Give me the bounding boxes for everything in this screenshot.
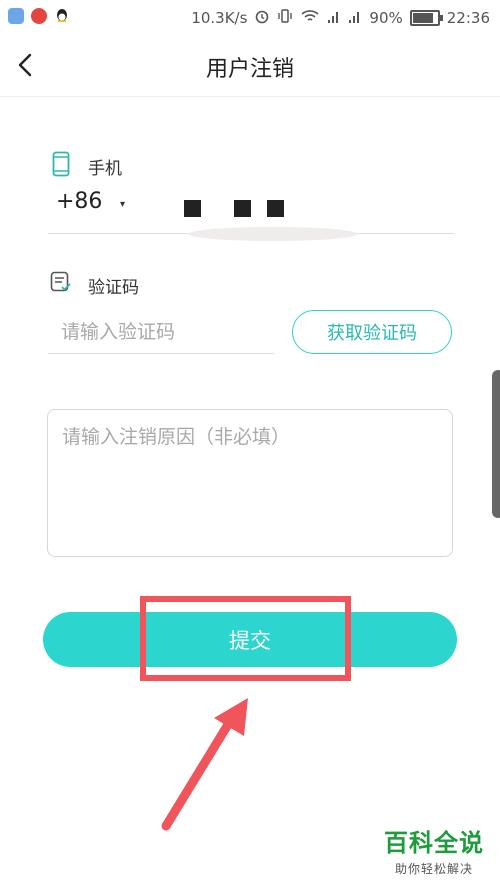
- status-indicators: 10.3K/s 90% 22:36: [191, 8, 490, 28]
- get-code-button[interactable]: 获取验证码: [292, 310, 452, 354]
- masked-digit: [234, 200, 251, 217]
- battery-percent: 90%: [369, 9, 403, 27]
- wifi-icon: [300, 8, 320, 28]
- shield-app-icon: [8, 8, 24, 24]
- cancel-reason-textarea[interactable]: [47, 409, 453, 557]
- scroll-handle[interactable]: [492, 370, 500, 518]
- checklist-icon: [50, 271, 72, 297]
- clock: 22:36: [446, 9, 490, 27]
- phone-label: 手机: [88, 159, 122, 179]
- highlight-annotation: [140, 596, 351, 681]
- verify-code-label: 验证码: [88, 278, 139, 298]
- qq-icon: [54, 8, 70, 24]
- app-header: 用户注销: [0, 34, 500, 97]
- network-speed: 10.3K/s: [191, 9, 248, 27]
- status-app-icons: [8, 8, 70, 24]
- dropdown-arrow-icon[interactable]: ▾: [120, 199, 125, 210]
- status-bar: 10.3K/s 90% 22:36: [0, 0, 500, 34]
- watermark-title: 百科全说: [384, 829, 484, 857]
- alarm-icon: [254, 8, 270, 28]
- verify-code-input[interactable]: [48, 310, 274, 354]
- vibrate-icon: [277, 8, 293, 28]
- signal-icon: [327, 8, 341, 28]
- annotation-arrow-icon: [161, 698, 248, 831]
- country-code[interactable]: +86: [56, 189, 102, 214]
- masked-digit: [184, 200, 201, 217]
- phone-field[interactable]: +86 ▾: [48, 185, 454, 241]
- redaction-smudge: [188, 227, 358, 241]
- masked-digit: [267, 200, 284, 217]
- watermark-subtitle: 助你轻松解决: [394, 862, 473, 876]
- signal-icon-2: [348, 8, 362, 28]
- page-title: 用户注销: [205, 57, 294, 82]
- netease-music-icon: [31, 8, 47, 24]
- phone-icon: [52, 151, 70, 181]
- battery-icon: [409, 10, 443, 26]
- watermark: 百科全说 助你轻松解决: [384, 823, 484, 877]
